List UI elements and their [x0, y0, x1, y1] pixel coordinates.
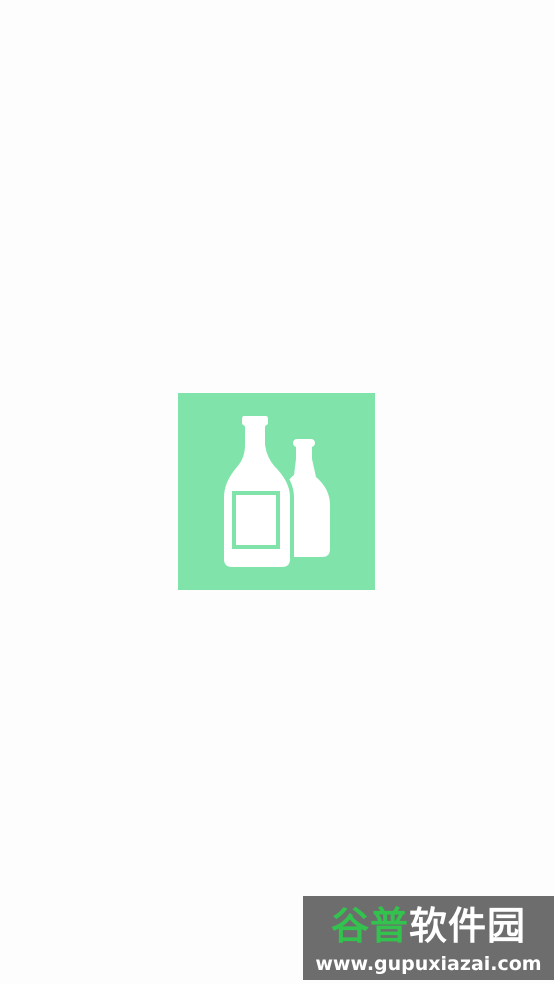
watermark-brand-part1: 谷普: [330, 904, 409, 948]
watermark-brand: 谷普软件园: [303, 902, 554, 950]
splash-screen: 谷普软件园 www.gupuxiazai.com: [0, 0, 554, 984]
bottles-icon: [220, 412, 330, 571]
watermark-badge: 谷普软件园 www.gupuxiazai.com: [303, 896, 554, 980]
watermark-url: www.gupuxiazai.com: [315, 953, 542, 975]
app-logo: [178, 393, 375, 590]
watermark-brand-part2: 软件园: [409, 904, 527, 948]
